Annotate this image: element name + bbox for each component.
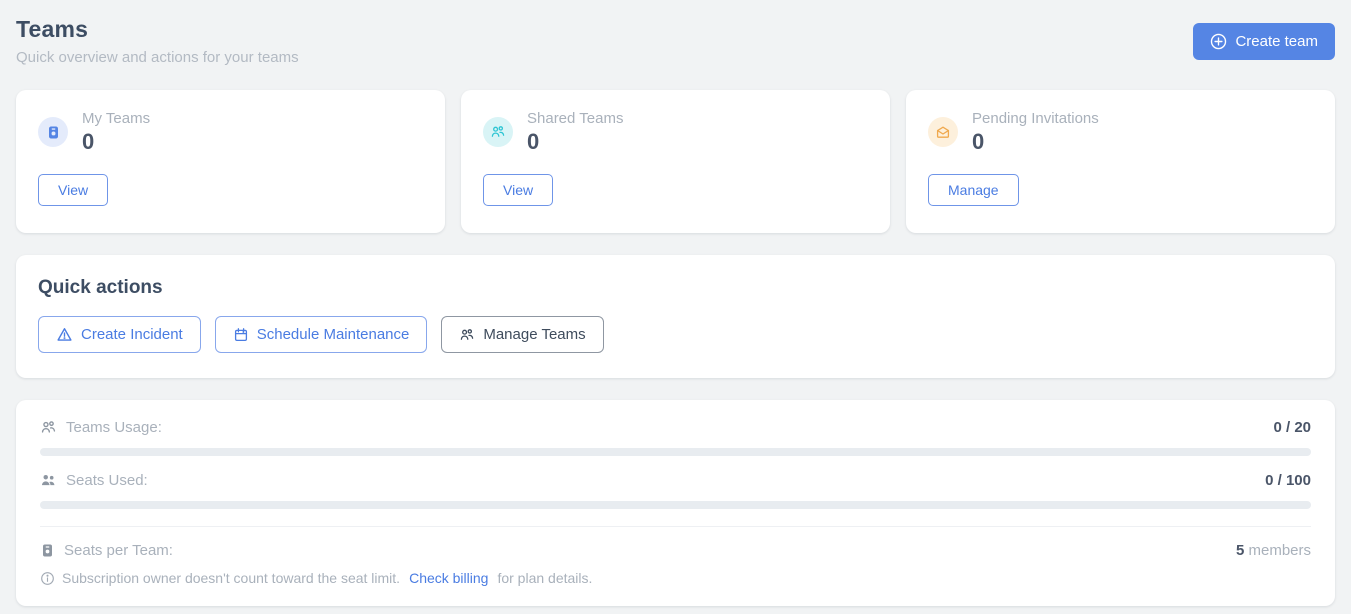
- seats-per-team-label-wrap: Seats per Team:: [40, 542, 173, 559]
- stat-label: My Teams: [82, 110, 150, 127]
- stat-value: 0: [972, 130, 1099, 154]
- my-teams-view-button[interactable]: View: [38, 174, 108, 206]
- my-teams-card-header: My Teams 0: [38, 110, 423, 154]
- users-filled-icon: [40, 472, 57, 489]
- badge-gray-icon: [40, 543, 55, 558]
- note-text-after: for plan details.: [497, 570, 592, 586]
- badge-icon: [38, 117, 68, 147]
- quick-actions-panel: Quick actions Create Incident: [16, 255, 1335, 378]
- create-incident-label: Create Incident: [81, 326, 183, 343]
- my-teams-card: My Teams 0 View: [16, 90, 445, 233]
- teams-usage-label: Teams Usage:: [66, 419, 162, 436]
- seats-used-row: Seats Used: 0 / 100: [40, 472, 1311, 489]
- mail-open-icon: [928, 117, 958, 147]
- stat-label: Shared Teams: [527, 110, 623, 127]
- manage-teams-label: Manage Teams: [483, 326, 585, 343]
- my-teams-text: My Teams 0: [82, 110, 150, 154]
- page-subtitle: Quick overview and actions for your team…: [16, 49, 299, 66]
- seats-per-team-value: 5: [1236, 542, 1244, 559]
- create-team-button[interactable]: Create team: [1193, 23, 1335, 60]
- plus-circle-icon: [1210, 33, 1227, 50]
- quick-actions-buttons: Create Incident Schedule Maintenance: [38, 316, 1313, 353]
- shared-teams-card: Shared Teams 0 View: [461, 90, 890, 233]
- seat-limit-note: Subscription owner doesn't count toward …: [40, 570, 1311, 586]
- create-incident-button[interactable]: Create Incident: [38, 316, 201, 353]
- stat-value: 0: [82, 130, 150, 154]
- seats-used-progressbar: [40, 501, 1311, 509]
- info-icon: [40, 571, 55, 586]
- schedule-maintenance-button[interactable]: Schedule Maintenance: [215, 316, 428, 353]
- usage-divider: [40, 526, 1311, 527]
- seats-per-team-suffix: members: [1248, 542, 1311, 559]
- pending-invitations-manage-button[interactable]: Manage: [928, 174, 1019, 206]
- schedule-maintenance-label: Schedule Maintenance: [257, 326, 410, 343]
- users-icon: [483, 117, 513, 147]
- shared-teams-card-header: Shared Teams 0: [483, 110, 868, 154]
- teams-usage-label-wrap: Teams Usage:: [40, 419, 162, 436]
- pending-invitations-card-header: Pending Invitations 0: [928, 110, 1313, 154]
- users-icon: [459, 327, 475, 343]
- shared-teams-view-button[interactable]: View: [483, 174, 553, 206]
- calendar-icon: [233, 327, 249, 343]
- stat-cards-row: My Teams 0 View Shared Teams: [16, 90, 1335, 233]
- page-header-text: Teams Quick overview and actions for you…: [16, 14, 299, 66]
- manage-teams-button[interactable]: Manage Teams: [441, 316, 603, 353]
- teams-page: Teams Quick overview and actions for you…: [0, 0, 1351, 606]
- stat-value: 0: [527, 130, 623, 154]
- seats-used-label: Seats Used:: [66, 472, 148, 489]
- quick-actions-title: Quick actions: [38, 277, 1313, 299]
- usage-panel: Teams Usage: 0 / 20 Seats Used: 0 / 100: [16, 400, 1335, 606]
- create-team-label: Create team: [1235, 33, 1318, 50]
- teams-usage-value: 0 / 20: [1273, 419, 1311, 436]
- users-outline-icon: [40, 419, 57, 436]
- stat-label: Pending Invitations: [972, 110, 1099, 127]
- pending-invitations-card: Pending Invitations 0 Manage: [906, 90, 1335, 233]
- teams-usage-row: Teams Usage: 0 / 20: [40, 419, 1311, 436]
- shared-teams-text: Shared Teams 0: [527, 110, 623, 154]
- pending-invitations-text: Pending Invitations 0: [972, 110, 1099, 154]
- page-title: Teams: [16, 16, 299, 43]
- seats-per-team-value-wrap: 5 members: [1236, 542, 1311, 559]
- check-billing-link[interactable]: Check billing: [409, 570, 488, 586]
- note-text-before: Subscription owner doesn't count toward …: [62, 570, 400, 586]
- page-header: Teams Quick overview and actions for you…: [16, 14, 1335, 66]
- seats-used-value: 0 / 100: [1265, 472, 1311, 489]
- teams-usage-progressbar: [40, 448, 1311, 456]
- warning-icon: [56, 326, 73, 343]
- seats-used-label-wrap: Seats Used:: [40, 472, 148, 489]
- seats-per-team-label: Seats per Team:: [64, 542, 173, 559]
- seats-per-team-row: Seats per Team: 5 members: [40, 542, 1311, 559]
